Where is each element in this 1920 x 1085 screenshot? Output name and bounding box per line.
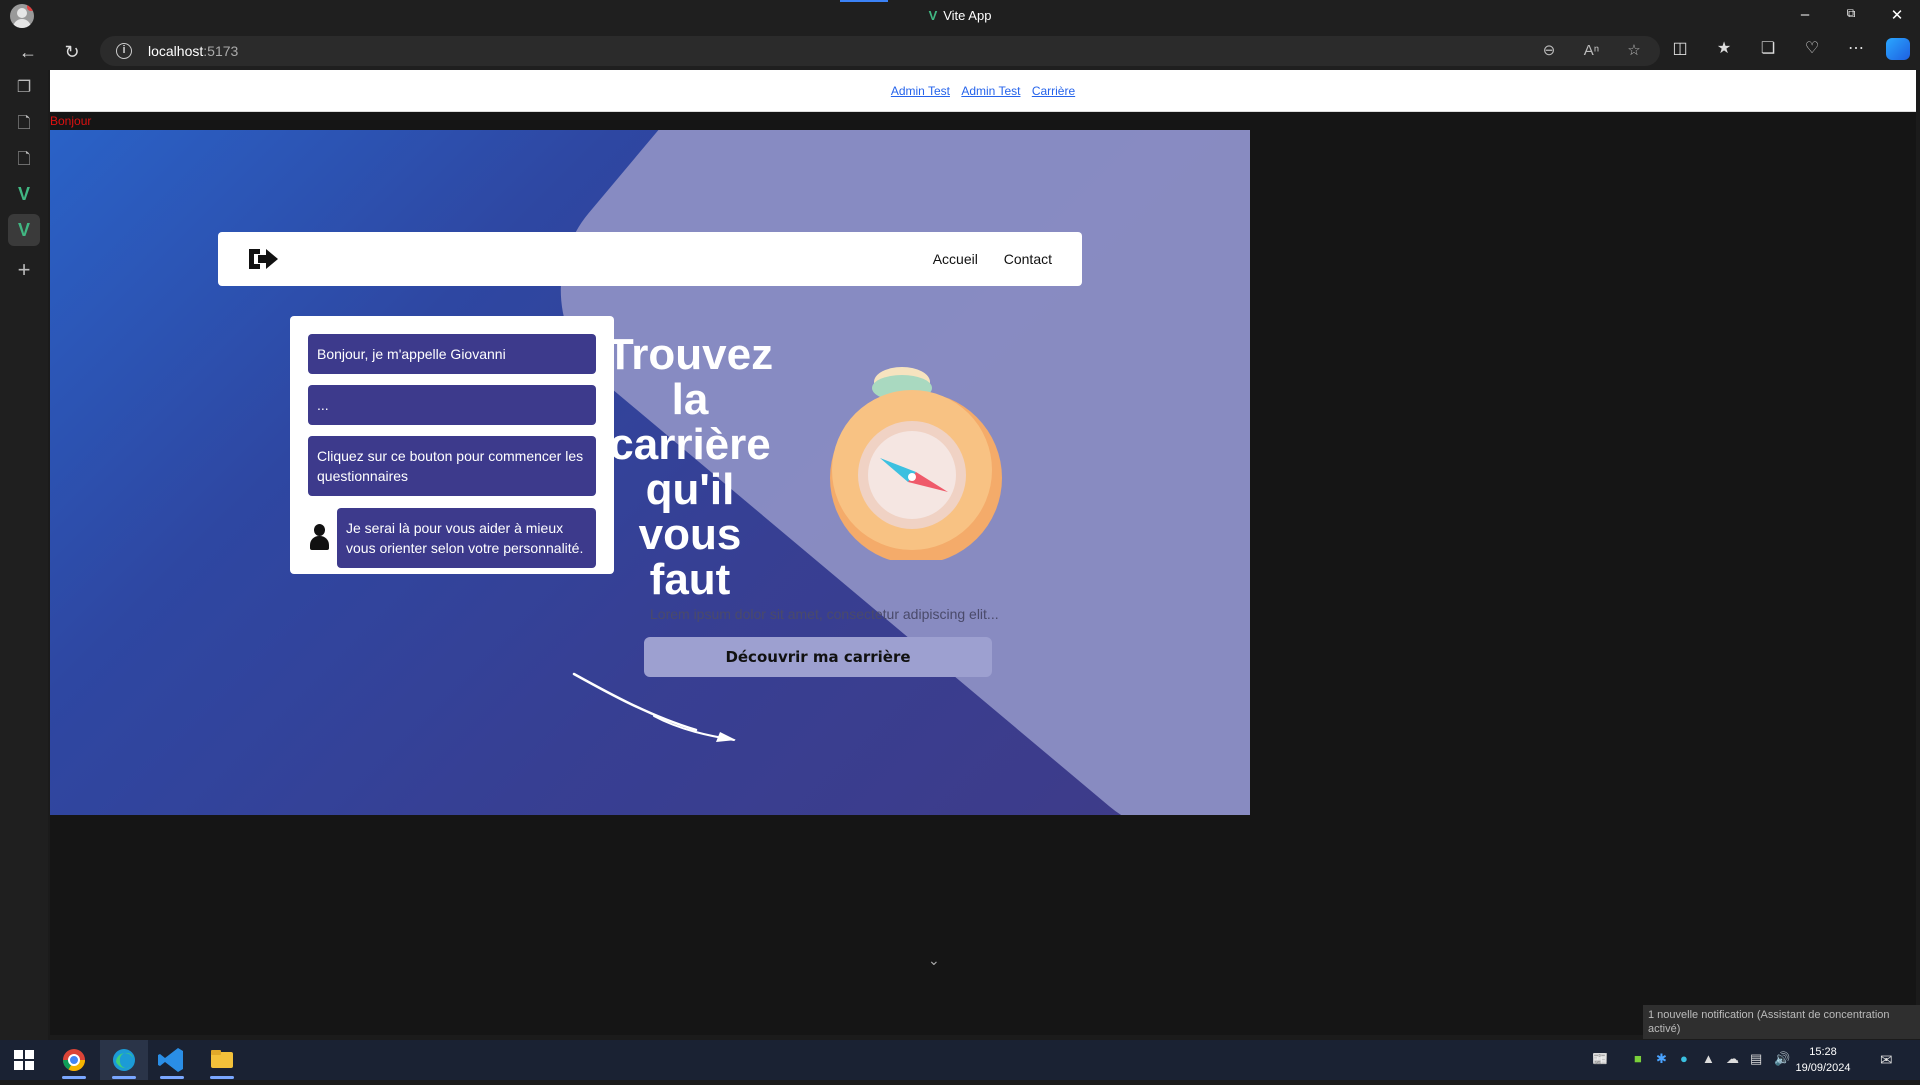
page-tab-icon[interactable]: 🗋 [12,112,36,136]
active-tab-indicator [840,0,888,2]
scroll-down-chevron-icon[interactable]: ⌄ [928,952,940,969]
system-clock[interactable]: 15:28 19/09/2024 [1793,1044,1853,1076]
vue-tab-icon[interactable]: V [12,182,36,206]
dev-top-nav: Admin Test Admin Test Carrière [50,70,1916,112]
edge-app-icon[interactable] [100,1040,148,1080]
back-icon[interactable]: ← [16,40,40,64]
read-aloud-icon[interactable]: Aⁿ [1580,40,1604,62]
nav-accueil-link[interactable]: Accueil [933,251,978,267]
hero-headline: Trouvez la carrière qu'il vous faut [606,330,774,604]
window-title: V Vite App [928,8,992,23]
site-navbar: Accueil Contact [218,232,1082,286]
chat-message: Cliquez sur ce bouton pour commencer les… [308,436,596,496]
vpn-tray-icon[interactable]: ▲ [1702,1051,1715,1066]
carriere-link[interactable]: Carrière [1032,84,1075,98]
chat-message: Je serai là pour vous aider à mieux vous… [337,508,596,568]
file-explorer-app-icon[interactable] [198,1040,246,1080]
greeting-text: Bonjour [50,114,92,128]
chrome-app-icon[interactable] [50,1040,98,1080]
new-tab-icon[interactable]: + [12,258,36,282]
windows-taskbar: 📰 ■ ✱ ● ▲ ☁ ▤ 🔊 15:28 19/09/2024 ✉ [0,1040,1920,1080]
vscode-app-icon[interactable] [148,1040,196,1080]
admin-test-link-2[interactable]: Admin Test [961,84,1020,98]
clock-date: 19/09/2024 [1795,1062,1851,1074]
refresh-icon[interactable]: ↻ [60,40,84,64]
browser-essentials-icon[interactable]: ♡ [1798,38,1826,60]
page-viewport: Admin Test Admin Test Carrière Bonjour A… [50,70,1916,1035]
favorites-icon[interactable]: ★ [1710,38,1738,60]
site-info-icon[interactable]: i [116,43,132,59]
restore-icon[interactable]: ⧉ [1836,6,1866,21]
user-avatar-icon [308,524,330,550]
page-tab-icon[interactable]: 🗋 [12,148,36,172]
network-icon[interactable]: ▤ [1750,1051,1762,1067]
more-menu-icon[interactable]: ⋯ [1842,38,1870,60]
nav-contact-link[interactable]: Contact [1004,251,1052,267]
collections-icon[interactable]: ❏ [1754,38,1782,60]
notification-center-icon[interactable]: ✉ [1880,1051,1893,1069]
zoom-out-icon[interactable]: ⊖ [1537,40,1561,62]
split-screen-icon[interactable]: ◫ [1666,38,1694,60]
decorative-arrow-icon [572,672,736,742]
start-windows-icon[interactable] [14,1050,34,1070]
chatbot-panel: Bonjour, je m'appelle Giovanni ... Cliqu… [290,316,614,574]
onedrive-tray-icon[interactable]: ☁ [1726,1051,1739,1067]
nvidia-tray-icon[interactable]: ■ [1634,1051,1642,1066]
vue-tab-icon-active[interactable]: V [8,214,40,246]
close-icon[interactable]: ✕ [1882,6,1912,24]
app-tray-icon[interactable]: ● [1680,1051,1688,1066]
bluetooth-icon[interactable]: ✱ [1656,1051,1667,1067]
hero-subtitle: Lorem ipsum dolor sit amet, consectetur … [650,606,999,622]
tab-actions-icon[interactable]: ❐ [12,76,36,100]
compass-illustration [830,367,1002,560]
notification-toast[interactable]: 1 nouvelle notification (Assistant de co… [1643,1005,1920,1039]
clock-time: 15:28 [1809,1046,1837,1058]
url-text[interactable]: localhost:5173 [148,43,238,59]
minimize-icon[interactable]: – [1790,6,1820,23]
hero-section: Accueil Contact Bonjour, je m'appelle Gi… [50,130,1250,815]
url-field[interactable]: i localhost:5173 ⊖ Aⁿ ☆ [100,36,1660,66]
address-bar-row: ← ↻ i localhost:5173 ⊖ Aⁿ ☆ [0,32,1920,70]
chat-message: ... [308,385,596,425]
copilot-icon[interactable] [1886,38,1910,60]
news-widget-icon[interactable]: 📰 [1592,1051,1608,1067]
browser-title-bar: V Vite App – ⧉ ✕ [0,0,1920,32]
admin-test-link[interactable]: Admin Test [891,84,950,98]
logout-arrow-icon[interactable] [246,246,280,272]
vertical-tabs-sidebar: ❐ 🗋 🗋 V V + [0,70,48,1040]
chat-message: Bonjour, je m'appelle Giovanni [308,334,596,374]
favorite-star-icon[interactable]: ☆ [1622,40,1646,62]
volume-icon[interactable]: 🔊 [1774,1051,1790,1067]
vite-logo-icon: V [928,8,938,23]
